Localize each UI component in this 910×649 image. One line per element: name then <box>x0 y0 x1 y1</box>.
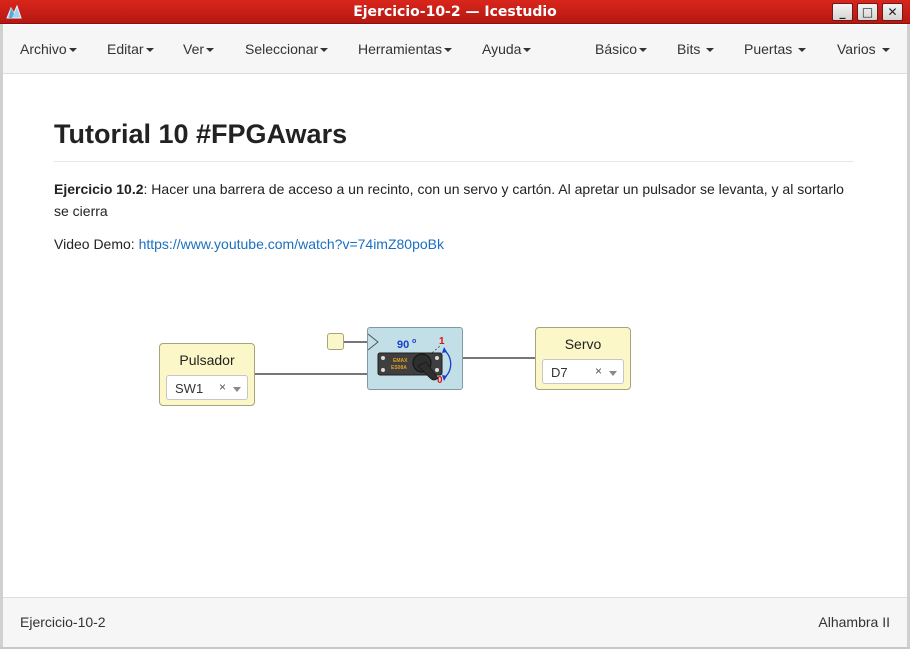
input-pin-select[interactable]: SW1 × <box>166 375 248 400</box>
menu-varios[interactable]: Varios <box>837 41 890 57</box>
menu-editar[interactable]: Editar <box>107 41 154 57</box>
menu-ayuda-label: Ayuda <box>482 41 522 57</box>
caret-down-icon <box>320 48 329 53</box>
menu-archivo-label: Archivo <box>20 41 67 57</box>
wire-constant-input[interactable] <box>344 341 368 343</box>
wire-servo-output[interactable] <box>463 357 536 359</box>
servo-brand-line2: ES08A <box>391 365 407 371</box>
menu-bits[interactable]: Bits <box>677 41 715 57</box>
window-titlebar: Ejercicio-10-2 — Icestudio _ □ ✕ <box>0 0 910 24</box>
wire-pulsador-servo[interactable] <box>254 373 368 375</box>
menu-varios-label: Varios <box>837 41 880 57</box>
menu-seleccionar[interactable]: Seleccionar <box>245 41 329 57</box>
menu-bits-label: Bits <box>677 41 705 57</box>
menu-herramientas[interactable]: Herramientas <box>358 41 453 57</box>
status-bar: Ejercicio-10-2 Alhambra II <box>3 597 907 647</box>
output-pin-select[interactable]: D7 × <box>542 359 624 384</box>
chevron-down-icon[interactable] <box>609 371 617 376</box>
caret-down-icon <box>68 48 77 53</box>
caret-down-icon <box>523 48 532 53</box>
maximize-button[interactable]: □ <box>857 3 878 21</box>
canvas-area[interactable]: Tutorial 10 #FPGAwars Ejercicio 10.2: Ha… <box>3 74 907 597</box>
project-name: Ejercicio-10-2 <box>20 614 106 630</box>
caret-down-icon <box>145 48 154 53</box>
servo-brand-line1: EMAX <box>393 358 408 364</box>
board-selector[interactable]: Alhambra II <box>818 614 890 630</box>
menu-basico-label: Básico <box>595 41 638 57</box>
servo-low-label: 0 <box>437 375 443 386</box>
output-block-title: Servo <box>564 336 602 352</box>
caret-down-icon <box>639 48 648 53</box>
close-button[interactable]: ✕ <box>882 3 903 21</box>
menu-ayuda[interactable]: Ayuda <box>482 41 532 57</box>
chevron-down-icon[interactable] <box>233 387 241 392</box>
minimize-button[interactable]: _ <box>832 3 853 21</box>
input-block-title: Pulsador <box>179 352 235 368</box>
circuit-diagram: Pulsador SW1 × 90 o 1 0 EMAX ES08A Servo… <box>3 74 907 597</box>
servo-icon: 90 o 1 0 EMAX ES08A <box>368 333 452 386</box>
caret-down-icon <box>798 48 807 53</box>
caret-down-icon <box>206 48 215 53</box>
servo-high-label: 1 <box>439 336 445 347</box>
menu-herramientas-label: Herramientas <box>358 41 443 57</box>
menu-editar-label: Editar <box>107 41 144 57</box>
servo-block[interactable]: 90 o 1 0 EMAX ES08A <box>367 327 463 390</box>
clear-icon[interactable]: × <box>219 380 226 394</box>
menu-ver[interactable]: Ver <box>183 41 215 57</box>
menu-basico[interactable]: Básico <box>595 41 648 57</box>
caret-down-icon <box>444 48 453 53</box>
menu-archivo[interactable]: Archivo <box>20 41 77 57</box>
caret-down-icon <box>881 48 890 53</box>
servo-angle-label: 90 <box>397 339 409 351</box>
clear-icon[interactable]: × <box>595 364 602 378</box>
constant-input-block[interactable] <box>327 333 344 350</box>
menu-puertas[interactable]: Puertas <box>744 41 807 57</box>
caret-down-icon <box>706 48 715 53</box>
input-pin-value: SW1 <box>175 381 204 396</box>
menu-puertas-label: Puertas <box>744 41 797 57</box>
menu-ver-label: Ver <box>183 41 205 57</box>
menu-bar: Archivo Editar Ver Seleccionar Herramien… <box>3 25 907 74</box>
servo-angle-unit: o <box>412 338 416 345</box>
output-pin-value: D7 <box>551 365 568 380</box>
input-block-pulsador[interactable]: Pulsador SW1 × <box>159 343 255 406</box>
window-title: Ejercicio-10-2 — Icestudio <box>353 4 557 20</box>
menu-seleccionar-label: Seleccionar <box>245 41 319 57</box>
output-block-servo[interactable]: Servo D7 × <box>535 327 631 390</box>
